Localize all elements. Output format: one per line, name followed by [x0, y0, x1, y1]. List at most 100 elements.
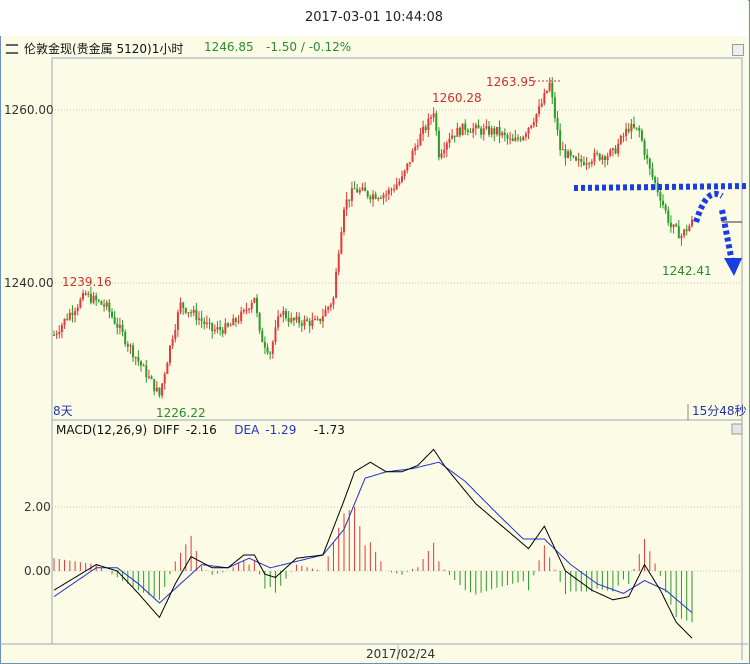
annotation-low-1226: 1226.22: [156, 406, 206, 420]
candle-body: [227, 323, 229, 327]
candle-body: [221, 329, 224, 334]
candle-body: [567, 151, 570, 159]
candle-body: [585, 163, 588, 165]
candle-body: [87, 293, 90, 295]
candle-body: [514, 137, 517, 141]
candle-body: [627, 128, 630, 132]
candle-body: [374, 194, 377, 199]
candle-body: [580, 159, 583, 162]
chart-canvas[interactable]: 1260.00 1240.00 2.00 0.00 1239.16 1226.2…: [0, 0, 750, 664]
candle-body: [553, 97, 556, 118]
candle-body: [121, 325, 124, 332]
candle-body: [103, 304, 106, 307]
candle-body: [240, 311, 243, 321]
candle-body: [314, 318, 316, 320]
price-panel: [51, 57, 743, 421]
candle-body: [224, 323, 227, 334]
candle-body: [63, 318, 66, 326]
candle-body: [530, 125, 533, 128]
price-ytick-1260: 1260.00: [4, 103, 54, 117]
candle-body: [543, 92, 546, 104]
candle-body: [53, 334, 55, 336]
candle-body: [519, 138, 522, 141]
candle-body: [208, 322, 211, 324]
candle-body: [453, 135, 456, 137]
dea-line: [53, 461, 693, 613]
candle-body: [622, 135, 625, 137]
candle-body: [456, 127, 459, 137]
candle-body: [517, 137, 519, 139]
candle-body: [604, 156, 606, 161]
candle-body: [176, 312, 179, 330]
candle-body: [250, 302, 253, 309]
candle-body: [474, 124, 477, 129]
scroll-corner-icon[interactable]: [731, 423, 743, 435]
candle-body: [111, 311, 113, 317]
candle-body: [100, 301, 103, 305]
candle-body: [564, 149, 567, 159]
candle-body: [588, 163, 591, 165]
candle-body: [643, 140, 646, 155]
candle-body: [356, 188, 359, 193]
candle-body: [662, 200, 664, 206]
candle-body: [60, 325, 63, 333]
candle-body: [532, 122, 535, 126]
candle-body: [263, 342, 266, 348]
candle-body: [71, 312, 74, 315]
candle-body: [261, 330, 264, 343]
candle-body: [556, 117, 559, 131]
candle-body: [258, 312, 261, 331]
candle-body: [329, 304, 332, 308]
annotation-high-1263: 1263.95: [486, 75, 536, 89]
candle-body: [369, 196, 372, 200]
candle-body: [638, 127, 641, 131]
diff-value: -2.16: [185, 423, 217, 437]
candle-body: [287, 318, 290, 323]
candle-body: [625, 128, 628, 136]
candle-body: [89, 293, 92, 303]
candle-body: [174, 329, 177, 339]
support-line-overlay: [573, 183, 749, 191]
candle-body: [343, 209, 345, 232]
candle-body: [646, 154, 649, 159]
macd-ytick-0: 0.00: [24, 564, 51, 578]
candle-body: [324, 309, 327, 317]
candle-body: [672, 224, 675, 228]
candle-body: [398, 181, 401, 185]
candle-body: [651, 168, 654, 177]
candle-body: [366, 191, 369, 197]
candle-body: [511, 138, 514, 141]
candle-body: [685, 229, 688, 232]
candle-body: [134, 357, 137, 359]
diff-line: [53, 448, 693, 639]
candle-body: [192, 309, 195, 313]
candle-body: [118, 325, 121, 328]
candle-body: [298, 316, 301, 324]
candle-body: [403, 170, 406, 177]
candle-body: [451, 135, 454, 139]
candle-body: [606, 155, 609, 161]
annotation-high-1260: 1260.28: [432, 91, 482, 105]
candle-body: [619, 135, 622, 144]
candle-body: [303, 319, 306, 326]
candle-body: [282, 310, 285, 315]
price-ytick-1240: 1240.00: [4, 276, 54, 290]
candle-body: [158, 387, 161, 396]
candle-body: [229, 325, 232, 327]
period-right-label: 15分48秒: [692, 404, 747, 418]
candle-body: [97, 300, 100, 302]
candle-body: [295, 316, 298, 321]
candle-body: [432, 113, 435, 118]
candle-body: [345, 199, 348, 210]
candle-body: [430, 117, 432, 119]
candle-body: [559, 130, 562, 150]
candle-body: [546, 90, 548, 93]
macd-header: MACD(12,26,9) DIFF -2.16 DEA -1.29 -1.73: [56, 423, 351, 437]
date-label: 2017/02/24: [366, 647, 435, 661]
candle-body: [306, 319, 309, 321]
candle-body: [488, 126, 490, 135]
candle-body: [279, 314, 282, 317]
candle-body: [548, 82, 551, 91]
candle-body: [506, 135, 509, 139]
candle-body: [677, 226, 680, 239]
